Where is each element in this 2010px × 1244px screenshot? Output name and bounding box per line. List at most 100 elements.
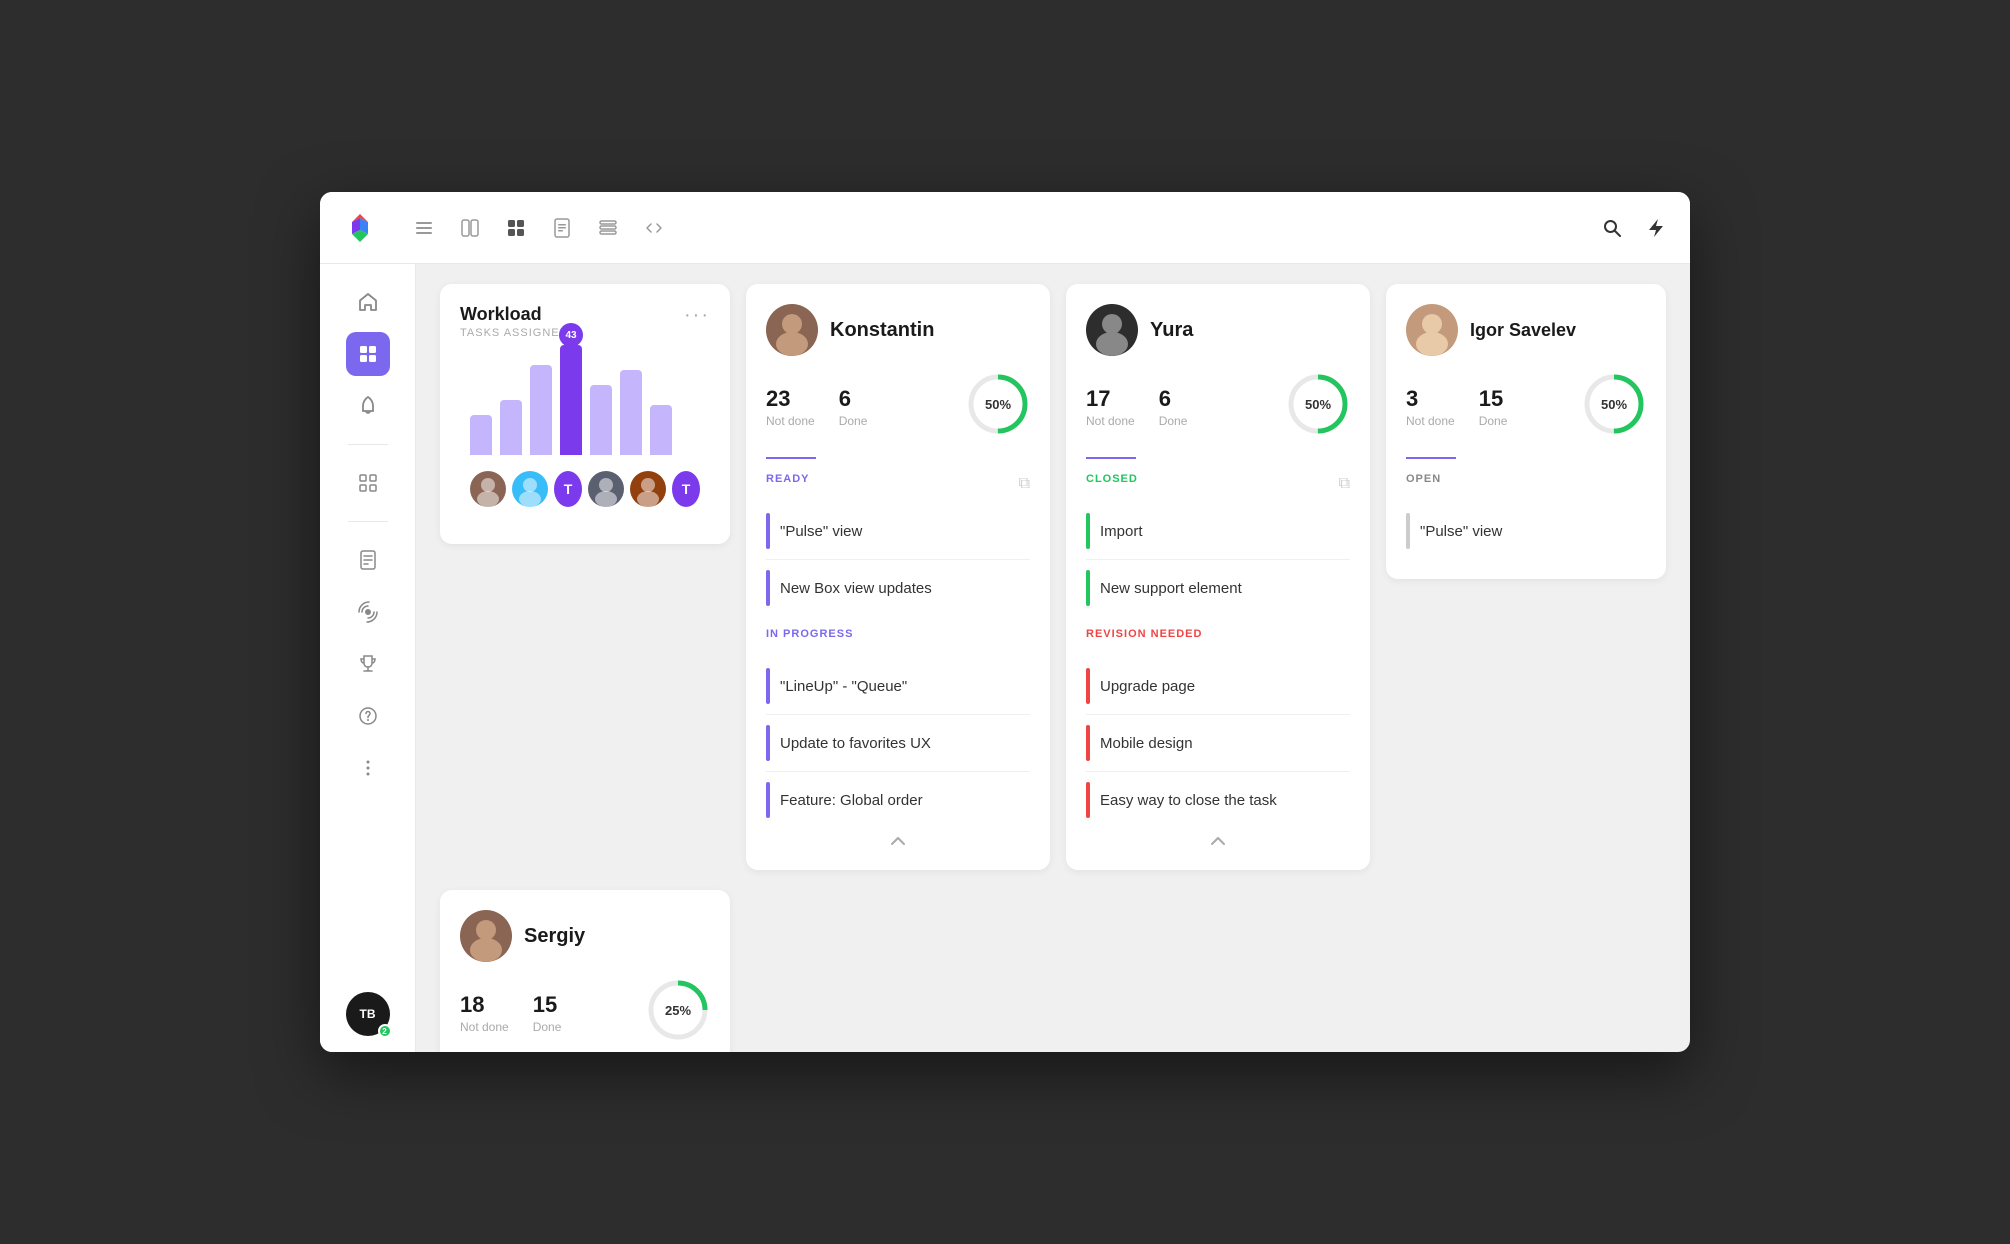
- board-view-icon[interactable]: [456, 214, 484, 242]
- list-view-icon[interactable]: [410, 214, 438, 242]
- nav-toolbar: [410, 214, 1578, 242]
- yura-name: Yura: [1150, 319, 1193, 342]
- igor-open-section-header: OPEN: [1406, 473, 1646, 495]
- workload-avatar-5: T: [672, 471, 700, 507]
- konstantin-not-done-num: 23: [766, 386, 815, 412]
- sergiy-done-label: Done: [533, 1020, 562, 1034]
- task-item[interactable]: Easy way to close the task: [1086, 772, 1350, 828]
- search-icon[interactable]: [1598, 214, 1626, 242]
- igor-progress-ring: 50%: [1582, 372, 1646, 441]
- task-bar-red: [1086, 782, 1090, 818]
- konstantin-ready-section-header: READY ⧉: [766, 473, 1030, 495]
- sidebar-item-tasks[interactable]: [346, 332, 390, 376]
- task-bar-green: [1086, 513, 1090, 549]
- konstantin-not-done-stat: 23 Not done: [766, 386, 815, 428]
- sergiy-not-done-num: 18: [460, 992, 509, 1018]
- content-area: Workload TASKS ASSIGNED ··· 43 TT: [416, 264, 1690, 1052]
- code-view-icon[interactable]: [640, 214, 668, 242]
- sidebar-item-apps[interactable]: [346, 461, 390, 505]
- task-item[interactable]: New Box view updates: [766, 560, 1030, 616]
- yura-avatar: [1086, 304, 1138, 356]
- task-bar-gray: [1406, 513, 1410, 549]
- konstantin-name: Konstantin: [830, 319, 934, 342]
- sidebar-item-documents[interactable]: [346, 538, 390, 582]
- task-item[interactable]: "Pulse" view: [766, 503, 1030, 560]
- yura-done-label: Done: [1159, 414, 1188, 428]
- yura-closed-copy-icon[interactable]: ⧉: [1339, 475, 1350, 493]
- task-item[interactable]: "LineUp" - "Queue": [766, 658, 1030, 715]
- task-item[interactable]: Mobile design: [1086, 715, 1350, 772]
- task-item[interactable]: Feature: Global order: [766, 772, 1030, 828]
- task-item[interactable]: Upgrade page: [1086, 658, 1350, 715]
- task-label: Upgrade page: [1100, 678, 1195, 695]
- titlebar-actions: [1598, 214, 1670, 242]
- sergiy-name: Sergiy: [524, 925, 585, 948]
- task-bar-purple: [766, 782, 770, 818]
- grid-view-icon[interactable]: [502, 214, 530, 242]
- task-label: Feature: Global order: [780, 792, 923, 809]
- workload-title-group: Workload TASKS ASSIGNED: [460, 304, 569, 339]
- titlebar: [320, 192, 1690, 264]
- konstantin-ready-tasks: "Pulse" view New Box view updates: [766, 503, 1030, 616]
- chart-bar-6: [650, 405, 672, 455]
- sidebar-divider-2: [348, 521, 388, 522]
- task-item[interactable]: Import: [1086, 503, 1350, 560]
- document-view-icon[interactable]: [548, 214, 576, 242]
- task-label: New support element: [1100, 580, 1242, 597]
- sidebar-item-trophy[interactable]: [346, 642, 390, 686]
- yura-collapse-button[interactable]: [1086, 828, 1350, 850]
- konstantin-inprogress-tasks: "LineUp" - "Queue" Update to favorites U…: [766, 658, 1030, 828]
- workload-menu-button[interactable]: ···: [684, 304, 710, 327]
- file-view-icon[interactable]: [594, 214, 622, 242]
- yura-closed-section-header: CLOSED ⧉: [1086, 473, 1350, 495]
- task-label: Import: [1100, 523, 1143, 540]
- yura-name-group: Yura: [1150, 319, 1193, 342]
- igor-name: Igor Savelev: [1470, 320, 1576, 341]
- bottom-cards-row: Sergiy 18 Not done 15 Done: [440, 890, 1666, 1052]
- chart-bar-0: [470, 415, 492, 455]
- yura-card: Yura 17 Not done 6 Done: [1066, 284, 1370, 870]
- sergiy-not-done-label: Not done: [460, 1020, 509, 1034]
- konstantin-divider: [766, 457, 816, 459]
- sidebar-item-notifications[interactable]: [346, 384, 390, 428]
- sergiy-stats: 18 Not done 15 Done 25%: [460, 978, 710, 1047]
- logo-icon[interactable]: [340, 208, 380, 248]
- top-cards-row: Workload TASKS ASSIGNED ··· 43 TT: [440, 284, 1666, 870]
- sidebar-item-help[interactable]: [346, 694, 390, 738]
- task-bar-green: [1086, 570, 1090, 606]
- sergiy-done-stat: 15 Done: [533, 992, 562, 1034]
- yura-revision-section-header: REVISION NEEDED: [1086, 628, 1350, 650]
- yura-revision-tasks: Upgrade page Mobile design Easy way to c…: [1086, 658, 1350, 828]
- task-item[interactable]: New support element: [1086, 560, 1350, 616]
- task-bar-purple: [766, 668, 770, 704]
- igor-stats: 3 Not done 15 Done 50%: [1406, 372, 1646, 441]
- igor-not-done-label: Not done: [1406, 414, 1455, 428]
- sergiy-avatar: [460, 910, 512, 962]
- konstantin-collapse-button[interactable]: [766, 828, 1030, 850]
- svg-text:50%: 50%: [1601, 397, 1627, 412]
- igor-name-group: Igor Savelev: [1470, 320, 1576, 341]
- task-bar-red: [1086, 668, 1090, 704]
- igor-done-num: 15: [1479, 386, 1508, 412]
- yura-done-num: 6: [1159, 386, 1188, 412]
- chart-bar-2: [530, 365, 552, 455]
- sidebar-item-home[interactable]: [346, 280, 390, 324]
- konstantin-not-done-label: Not done: [766, 414, 815, 428]
- konstantin-inprogress-label: IN PROGRESS: [766, 628, 853, 640]
- task-item[interactable]: Update to favorites UX: [766, 715, 1030, 772]
- chart-bar-3: 43: [560, 345, 582, 455]
- task-label: Easy way to close the task: [1100, 792, 1277, 809]
- task-item[interactable]: "Pulse" view: [1406, 503, 1646, 559]
- sidebar-item-more[interactable]: [346, 746, 390, 790]
- workload-avatar-4: [630, 471, 666, 507]
- sidebar-divider-1: [348, 444, 388, 445]
- konstantin-ready-copy-icon[interactable]: ⧉: [1019, 475, 1030, 493]
- lightning-icon[interactable]: [1642, 214, 1670, 242]
- igor-divider: [1406, 457, 1456, 459]
- yura-revision-label: REVISION NEEDED: [1086, 628, 1202, 640]
- igor-card: Igor Savelev 3 Not done 15 Done: [1386, 284, 1666, 579]
- sidebar-item-broadcast[interactable]: [346, 590, 390, 634]
- svg-text:50%: 50%: [985, 397, 1011, 412]
- yura-header: Yura: [1086, 304, 1350, 356]
- user-avatar[interactable]: TB 2: [346, 992, 390, 1036]
